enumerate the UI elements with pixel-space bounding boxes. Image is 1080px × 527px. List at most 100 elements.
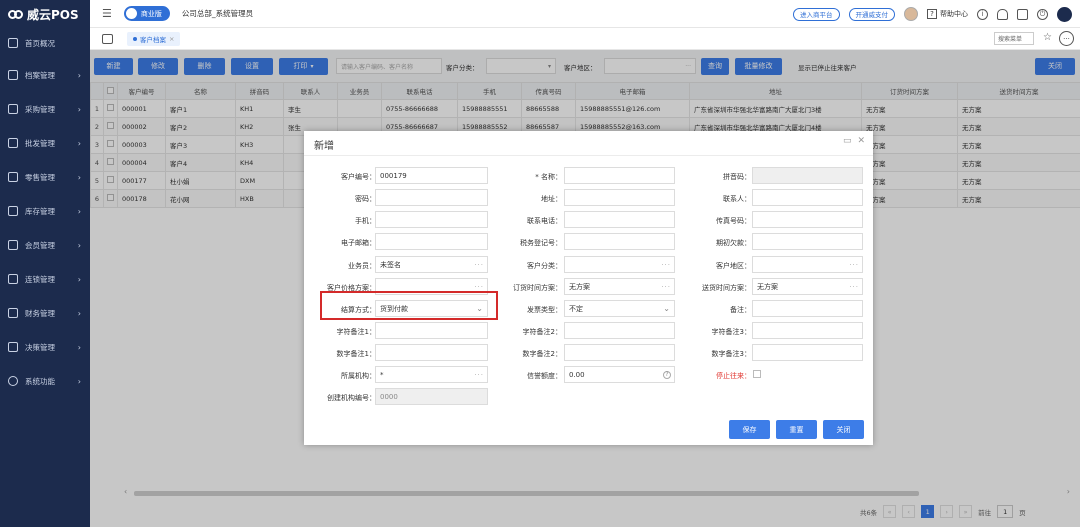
region-field[interactable]: ··· xyxy=(752,256,863,273)
char-remark1-label: 字符备注1： xyxy=(336,328,376,336)
power-icon[interactable]: ⏻ xyxy=(1037,8,1048,20)
fax-label: 传真号码： xyxy=(716,217,751,225)
building-icon xyxy=(8,138,18,148)
lock-icon[interactable] xyxy=(1017,8,1028,20)
char-remark2-field[interactable] xyxy=(564,322,675,339)
fax-field[interactable] xyxy=(752,211,863,228)
initial-debt-field[interactable] xyxy=(752,233,863,250)
edition-badge[interactable]: 商业版 xyxy=(123,6,170,21)
collapse-menu-icon[interactable]: ☰ xyxy=(102,7,112,20)
tab-customer-archive[interactable]: 客户档案 × xyxy=(127,31,181,46)
cloud-logo-icon xyxy=(8,8,24,20)
sidebar-item-home[interactable]: 首页概况 xyxy=(0,28,90,58)
order-plan-field[interactable]: 无方案 ··· xyxy=(564,278,675,295)
ellipsis-icon[interactable]: ··· xyxy=(661,261,671,269)
stop-dealing-label: 停止往来： xyxy=(716,372,751,380)
chevron-down-icon: ⌄ xyxy=(476,304,483,313)
address-field[interactable] xyxy=(564,189,675,206)
category-field[interactable]: ··· xyxy=(564,256,675,273)
minimize-icon[interactable]: ▭ xyxy=(843,136,852,146)
enter-platform-link[interactable]: 进入商平台 xyxy=(793,7,840,21)
pinyin-label: 拼音码： xyxy=(723,173,751,181)
help-icon: ? xyxy=(927,9,937,19)
dialog-close-button[interactable]: 关闭 xyxy=(823,420,864,439)
num-remark1-label: 数字备注1： xyxy=(336,350,376,358)
password-field[interactable] xyxy=(375,189,488,206)
num-remark3-field[interactable] xyxy=(752,344,863,361)
search-menu-input[interactable]: 搜索菜单 xyxy=(994,32,1034,45)
save-button[interactable]: 保存 xyxy=(729,420,770,439)
org-label: 所属机构： xyxy=(341,372,376,380)
pinyin-field xyxy=(752,167,863,184)
num-remark2-label: 数字备注2： xyxy=(522,350,562,358)
tax-id-field[interactable] xyxy=(564,233,675,250)
char-remark1-field[interactable] xyxy=(375,322,488,339)
sidebar-item-chain[interactable]: 连锁管理 › xyxy=(0,262,90,296)
phone-field[interactable] xyxy=(564,211,675,228)
sidebar-item-archive[interactable]: 档案管理 › xyxy=(0,58,90,92)
star-icon[interactable]: ☆ xyxy=(1043,32,1052,43)
remark-field[interactable] xyxy=(752,300,863,317)
chevron-right-icon: › xyxy=(77,70,81,80)
reset-button[interactable]: 重置 xyxy=(776,420,817,439)
user-cloud-icon[interactable] xyxy=(1057,6,1072,22)
sidebar-item-finance[interactable]: 财务管理 › xyxy=(0,296,90,330)
salesman-field[interactable]: 未签名 ··· xyxy=(375,256,488,273)
email-label: 电子邮箱： xyxy=(341,239,376,247)
cart-icon xyxy=(8,104,18,114)
char-remark3-field[interactable] xyxy=(752,322,863,339)
stop-dealing-checkbox[interactable] xyxy=(753,370,761,378)
org-field[interactable]: * ··· xyxy=(375,366,488,383)
email-field[interactable] xyxy=(375,233,488,250)
company-user-label: 公司总部_系统管理员 xyxy=(181,9,254,18)
delivery-plan-field[interactable]: 无方案 ··· xyxy=(752,278,863,295)
invoice-type-select[interactable]: 不定 ⌄ xyxy=(564,300,675,317)
initial-debt-label: 期初欠款： xyxy=(716,239,751,247)
open-pay-link[interactable]: 开通威支付 xyxy=(848,7,895,21)
ellipsis-icon[interactable]: ··· xyxy=(474,371,484,379)
credit-field[interactable]: 0.00? xyxy=(564,366,675,383)
chevron-right-icon: › xyxy=(77,138,81,148)
chevron-down-icon: ⌄ xyxy=(663,304,670,313)
sidebar-item-retail[interactable]: 零售管理 › xyxy=(0,160,90,194)
chevron-right-icon: › xyxy=(77,240,81,250)
info-icon[interactable]: i xyxy=(977,8,988,20)
avatar[interactable] xyxy=(904,7,918,21)
customer-code-field[interactable]: 000179 xyxy=(375,167,488,184)
ellipsis-icon[interactable]: ··· xyxy=(849,261,859,269)
mobile-field[interactable] xyxy=(375,211,488,228)
more-icon[interactable]: ··· xyxy=(1059,31,1074,46)
name-field[interactable] xyxy=(564,167,675,184)
sidebar-item-system[interactable]: 系统功能 › xyxy=(0,364,90,398)
gift-icon xyxy=(8,240,18,250)
mobile-label: 手机： xyxy=(355,217,376,225)
home-icon xyxy=(8,38,18,48)
num-remark1-field[interactable] xyxy=(375,344,488,361)
sidebar-item-purchase[interactable]: 采购管理 › xyxy=(0,92,90,126)
ellipsis-icon[interactable]: ··· xyxy=(849,283,859,291)
tax-id-label: 税务登记号： xyxy=(520,239,562,247)
close-tab-icon[interactable]: × xyxy=(169,35,174,43)
credit-label: 信誉额度： xyxy=(527,372,562,380)
sidebar-item-member[interactable]: 会员管理 › xyxy=(0,228,90,262)
gear-icon xyxy=(8,376,18,386)
num-remark2-field[interactable] xyxy=(564,344,675,361)
finance-icon xyxy=(8,308,18,318)
ellipsis-icon[interactable]: ··· xyxy=(661,283,671,291)
new-customer-dialog: 新增 ▭ ✕ 客户编号： 000179 * 名称： 拼音码： 密码： 地址： 联… xyxy=(304,131,873,445)
sidebar-item-inventory[interactable]: 库存管理 › xyxy=(0,194,90,228)
contact-field[interactable] xyxy=(752,189,863,206)
close-icon[interactable]: ✕ xyxy=(857,136,865,146)
settlement-select[interactable]: 货到付款 ⌄ xyxy=(375,300,488,317)
help-center-link[interactable]: ? 帮助中心 xyxy=(927,9,968,19)
contact-label: 联系人： xyxy=(723,195,751,203)
question-icon[interactable]: ? xyxy=(663,370,671,379)
settlement-label: 结算方式： xyxy=(341,306,376,314)
sidebar-item-decision[interactable]: 决策管理 › xyxy=(0,330,90,364)
sidebar-item-wholesale[interactable]: 批发管理 › xyxy=(0,126,90,160)
salesman-label: 业务员： xyxy=(348,262,376,270)
bell-icon[interactable] xyxy=(997,8,1008,20)
ellipsis-icon[interactable]: ··· xyxy=(474,283,484,291)
ellipsis-icon[interactable]: ··· xyxy=(474,261,484,269)
home-tab-icon[interactable] xyxy=(102,33,113,44)
